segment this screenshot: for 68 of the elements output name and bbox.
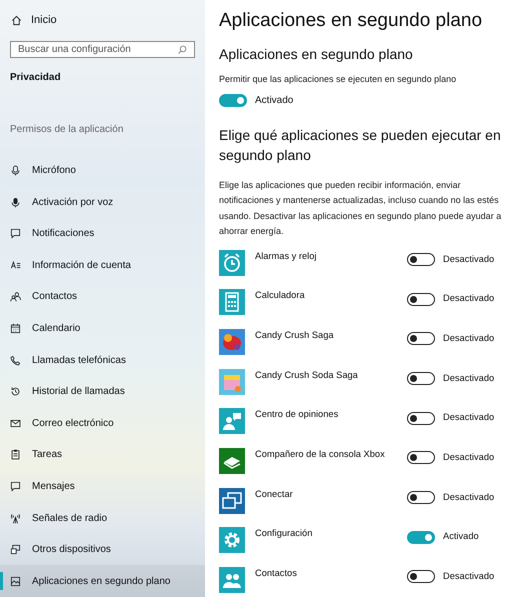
home-icon [11, 14, 22, 26]
category-heading: Privacidad [9, 70, 61, 85]
app-name: Conectar [255, 488, 294, 500]
toggle-switch[interactable] [407, 570, 435, 584]
sidebar-item[interactable]: Mensajes [0, 470, 205, 502]
description-text: Elige las aplicaciones que pueden recibir información, enviar notificaciones y mantenerse actualizadas, incluso cuando no las estés usando. Desactivar las aplicaciones en segundo plano puede ayudar a ahorrar energía. [219, 178, 502, 238]
app-name: Contactos [255, 567, 298, 579]
toggle-switch[interactable] [407, 372, 435, 386]
sidebar-item[interactable]: Contactos [0, 281, 205, 313]
sidebar-item[interactable]: Notificaciones [0, 218, 205, 250]
sidebar-item[interactable]: Otros dispositivos [0, 534, 205, 566]
app-name: Candy Crush Soda Saga [255, 368, 359, 381]
toggle-state: Desactivado [443, 252, 494, 266]
app-name: Alarmas y reloj [255, 250, 318, 262]
sidebar-item[interactable]: Información de cuenta [0, 249, 205, 282]
search-icon [178, 44, 187, 54]
app-name: Centro de opiniones [255, 408, 340, 420]
app-name: Compañero de la consola Xbox [255, 448, 386, 460]
search-field[interactable]: Buscar una configuración [10, 40, 195, 58]
sidebar-item[interactable]: Historial de llamadas [0, 376, 205, 408]
page-title: Aplicaciones en segundo plano [219, 9, 484, 33]
toggle-state: Desactivado [443, 490, 494, 504]
toggle-state: Activado [255, 94, 294, 108]
sidebar-item[interactable]: Señales de radio [0, 502, 205, 534]
sidebar-item[interactable]: Llamadas telefónicas [0, 344, 205, 376]
calendar-icon [10, 322, 21, 334]
sidebar-item[interactable]: Aplicaciones en segundo plano [0, 565, 205, 597]
sidebar-item[interactable]: Calendario [0, 312, 205, 344]
toggle-switch[interactable] [407, 292, 435, 306]
toggle-switch[interactable] [407, 451, 435, 464]
app-name: Calculadora [255, 289, 306, 302]
toggle-state: Desactivado [443, 332, 494, 345]
toggle-switch[interactable] [407, 252, 435, 266]
people-icon [10, 291, 21, 302]
toggle-switch[interactable] [219, 94, 247, 106]
envelope-icon [10, 418, 21, 429]
section-heading: Elige qué aplicaciones se pueden ejecutar en segundo plano [219, 126, 502, 164]
toggle-state: Activado [443, 530, 479, 544]
toggle-state: Desactivado [443, 292, 494, 306]
sidebar-item[interactable]: Tareas [0, 439, 205, 471]
history-icon [10, 386, 21, 398]
microphone-icon [10, 196, 21, 208]
speech-bubble-icon [10, 480, 21, 492]
sidebar-item[interactable]: Activación por voz [0, 186, 205, 218]
phone-icon [10, 354, 21, 366]
toggle-state: Desactivado [443, 570, 494, 583]
picture-frame-icon [10, 576, 21, 587]
toggle-state: Desactivado [443, 411, 494, 424]
toggle-switch[interactable] [407, 530, 435, 544]
app-name: Configuración [255, 527, 314, 540]
toggle-switch[interactable] [407, 491, 435, 504]
account-info-icon [10, 260, 21, 271]
sidebar-item[interactable]: Micrófono [0, 154, 205, 186]
setting-label: Permitir que las aplicaciones se ejecuten en segundo plano [219, 73, 458, 86]
toggle-switch[interactable] [407, 332, 435, 346]
home-link[interactable]: Inicio [0, 12, 57, 28]
toggle-state: Desactivado [443, 450, 494, 464]
clipboard-icon [10, 449, 21, 460]
section-heading: Aplicaciones en segundo plano [219, 45, 414, 64]
sidebar-item[interactable]: Correo electrónico [0, 407, 205, 440]
section-label: Permisos de la aplicación [9, 122, 124, 137]
toggle-state: Desactivado [443, 372, 494, 385]
speech-bubble-icon [10, 228, 21, 240]
antenna-icon [10, 512, 21, 524]
app-name: Candy Crush Saga [255, 328, 335, 341]
devices-icon [10, 544, 21, 556]
microphone-icon [10, 164, 21, 176]
toggle-switch[interactable] [407, 412, 435, 425]
